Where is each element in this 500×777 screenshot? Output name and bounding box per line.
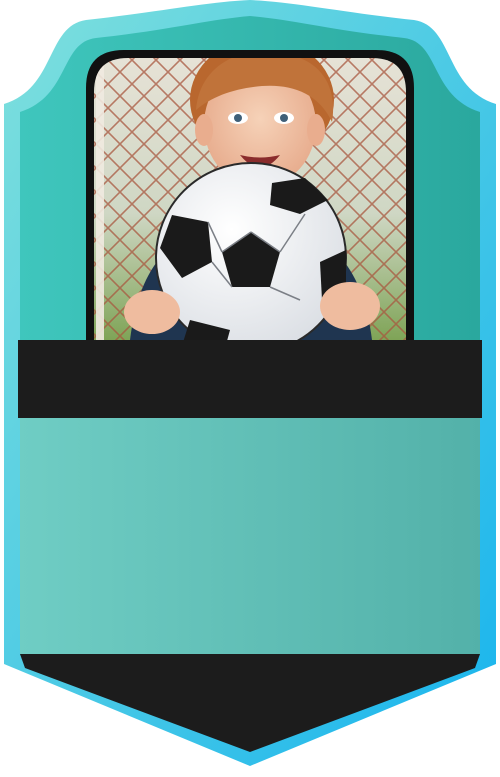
card-bottom-tip	[20, 654, 480, 752]
stats-panel	[20, 418, 480, 654]
player-card-graphic	[4, 0, 496, 766]
name-band	[18, 340, 482, 418]
player-photo	[94, 58, 406, 340]
player-card	[0, 0, 500, 777]
